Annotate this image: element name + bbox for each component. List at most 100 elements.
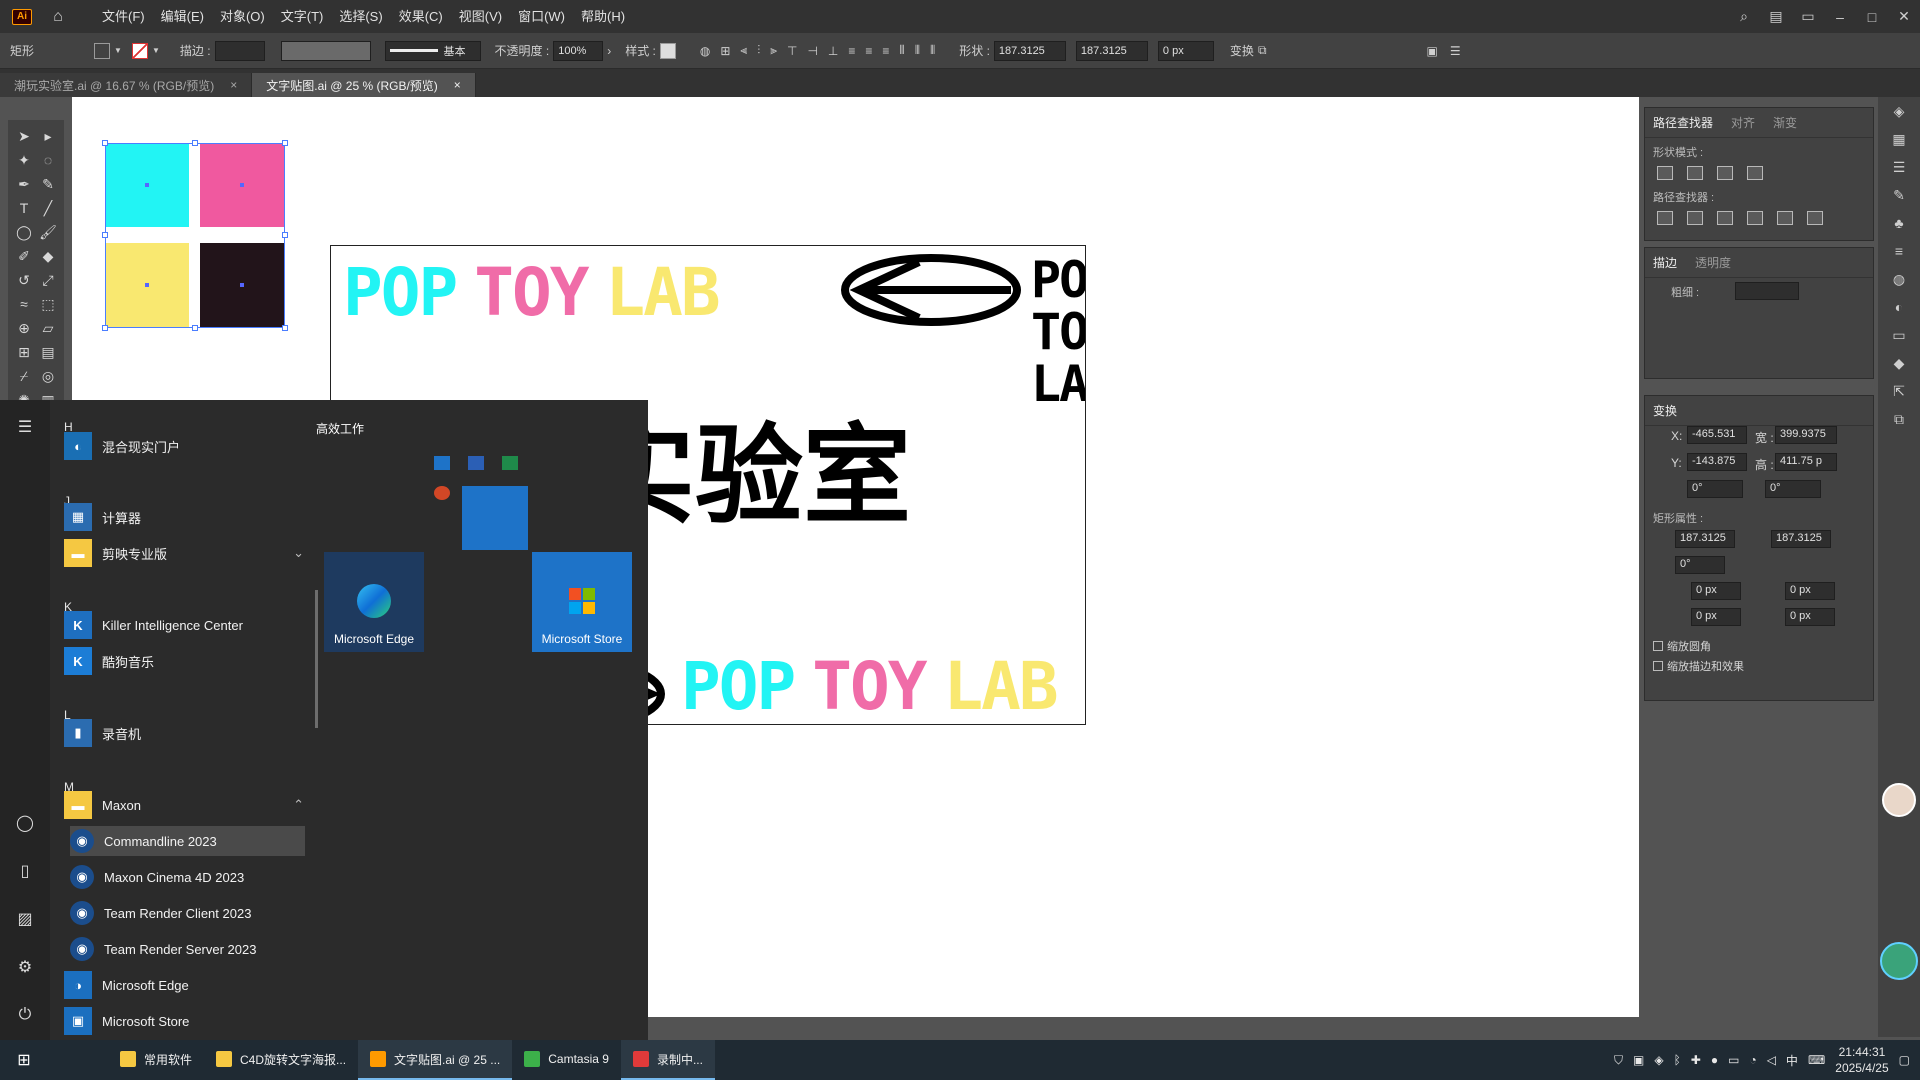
stroke-icon[interactable]: ≡ [1878, 237, 1920, 265]
office-tile-folder[interactable] [428, 452, 528, 550]
start-menu-app[interactable]: K Killer Intelligence Center [64, 610, 304, 640]
corner-radius-br-field[interactable]: 0 px [1785, 608, 1835, 626]
defender-icon[interactable]: ⛉ [1614, 1053, 1623, 1068]
corner-radius-input[interactable]: 0 px [1157, 40, 1214, 61]
close-tab-icon[interactable]: × [230, 78, 237, 92]
selection-handle[interactable] [282, 232, 288, 238]
crop-icon[interactable] [1747, 211, 1763, 225]
stroke-weight-input[interactable] [214, 40, 265, 61]
start-menu-app[interactable]: ▬ 剪映专业版 ⌄ [64, 538, 304, 568]
power-icon[interactable]: ⏻ [14, 1004, 36, 1026]
notifications-icon[interactable]: ▢ [1899, 1053, 1910, 1067]
start-menu-app[interactable]: K 酷狗音乐 [64, 646, 304, 676]
corner-radius-bl-field[interactable]: 0 px [1691, 608, 1741, 626]
align-center-icon[interactable]: ⫶ [757, 43, 760, 58]
align-middle-icon[interactable]: ⊣ [807, 44, 817, 58]
paintbrush-tool-icon[interactable]: 🖌 [36, 220, 60, 244]
taskbar-app[interactable]: C4D旋转文字海报... [204, 1040, 358, 1080]
expand-chevron-icon[interactable]: ⌃ [293, 797, 304, 813]
ellipse-tool-icon[interactable]: ◯ [12, 220, 36, 244]
wifi-icon[interactable]: ◔ [1749, 1053, 1756, 1067]
start-menu-app[interactable]: ◐ 混合现实门户 [64, 431, 304, 461]
tab-stroke[interactable]: 描边 [1653, 254, 1677, 271]
stroke-weight-field[interactable] [1735, 282, 1799, 300]
taskbar-app[interactable]: 常用软件 [108, 1040, 204, 1080]
close-icon[interactable]: ✕ [1888, 8, 1920, 25]
distribute-center-icon[interactable]: ⦀ [915, 43, 920, 58]
menu-item[interactable]: 文字(T) [273, 0, 332, 33]
perspective-grid-tool-icon[interactable]: ▱ [36, 316, 60, 340]
clock[interactable]: 21:44:31 2025/4/25 [1835, 1044, 1888, 1076]
menu-item[interactable]: 窗口(W) [510, 0, 573, 33]
line-tool-icon[interactable]: ╱ [36, 196, 60, 220]
start-menu-app[interactable]: ◑ Microsoft Edge [64, 970, 304, 1000]
menu-item[interactable]: 帮助(H) [573, 0, 633, 33]
height-field[interactable]: 411.75 p [1775, 453, 1837, 471]
blend-tool-icon[interactable]: ◎ [36, 364, 60, 388]
scale-strokes-option[interactable]: 缩放描边和效果 [1653, 658, 1744, 674]
export-icon[interactable]: ⇱ [1878, 377, 1920, 405]
selection-tool-icon[interactable]: ➤ [12, 124, 36, 148]
home-icon[interactable]: ⌂ [48, 7, 68, 27]
tab-transparency[interactable]: 透明度 [1695, 254, 1731, 271]
symbols-icon[interactable]: ♣ [1878, 209, 1920, 237]
user-icon[interactable]: ◯ [14, 812, 36, 834]
intersect-icon[interactable] [1717, 166, 1733, 180]
start-menu-app[interactable]: ▣ Microsoft Store [64, 1006, 304, 1036]
layers-stack-icon[interactable]: ◆ [1878, 349, 1920, 377]
windows-start-icon[interactable]: ⊞ [0, 1040, 48, 1080]
arrange-documents-icon[interactable]: ▤ [1760, 8, 1792, 25]
free-transform-tool-icon[interactable]: ⬚ [36, 292, 60, 316]
panel-menu-icon[interactable]: ☰ [1450, 44, 1461, 58]
shape-width-input[interactable]: 187.3125 [993, 40, 1066, 61]
libraries-icon[interactable]: ◈ [1878, 97, 1920, 125]
distribute-middle-icon[interactable]: ≡ [865, 44, 872, 58]
minus-back-icon[interactable] [1807, 211, 1823, 225]
start-menu-app[interactable]: ◉ Team Render Server 2023 [70, 934, 305, 964]
menu-item[interactable]: 效果(C) [391, 0, 451, 33]
selection-handle[interactable] [102, 140, 108, 146]
pictures-icon[interactable]: ▨ [14, 908, 36, 930]
start-menu-app[interactable]: ◉ Team Render Client 2023 [70, 898, 305, 928]
distribute-left-icon[interactable]: ⦀ [899, 43, 904, 58]
rect-width-field[interactable]: 187.3125 [1675, 530, 1735, 548]
exclude-icon[interactable] [1747, 166, 1763, 180]
align-right-icon[interactable]: ⫸ [770, 43, 777, 58]
align-to-icon[interactable]: ⊞ [720, 44, 730, 58]
taskbar-app[interactable]: Camtasia 9 [512, 1040, 621, 1080]
settings-icon[interactable]: ⚙ [14, 956, 36, 978]
close-tab-icon[interactable]: × [454, 78, 461, 92]
align-bottom-icon[interactable]: ⊥ [828, 44, 838, 58]
expand-chevron-icon[interactable]: ⌄ [293, 545, 304, 561]
app-tray-icon[interactable]: ▣ [1633, 1053, 1644, 1067]
scrollbar[interactable] [315, 590, 318, 728]
start-menu-app[interactable]: ◉ Maxon Cinema 4D 2023 [70, 862, 305, 892]
tile-microsoft-store[interactable]: Microsoft Store [532, 552, 632, 652]
y-field[interactable]: -143.875 [1687, 453, 1747, 471]
minus-front-icon[interactable] [1687, 166, 1703, 180]
swatch-group[interactable] [102, 140, 288, 331]
mesh-tool-icon[interactable]: ⊞ [12, 340, 36, 364]
outline-icon[interactable] [1777, 211, 1793, 225]
selection-handle[interactable] [192, 325, 198, 331]
security-icon[interactable]: ◈ [1654, 1053, 1663, 1067]
microphone-icon[interactable]: ● [1711, 1053, 1718, 1067]
stroke-style-dropdown[interactable]: 基本 [384, 40, 481, 61]
assistant-bubble-icon[interactable] [1880, 942, 1918, 980]
rect-angle-field[interactable]: 0° [1675, 556, 1725, 574]
eraser-tool-icon[interactable]: ◆ [36, 244, 60, 268]
isolate-icon[interactable]: ⧉ [1258, 43, 1267, 58]
menu-item[interactable]: 视图(V) [451, 0, 510, 33]
volume-icon[interactable]: ◁ [1767, 1053, 1776, 1067]
selection-handle[interactable] [282, 325, 288, 331]
menu-item[interactable]: 对象(O) [212, 0, 273, 33]
checkbox[interactable] [1653, 641, 1663, 651]
distribute-bottom-icon[interactable]: ≡ [882, 44, 889, 58]
divide-icon[interactable] [1657, 211, 1673, 225]
distribute-right-icon[interactable]: ⦀ [930, 43, 935, 58]
tab-document-2[interactable]: 文字贴图.ai @ 25 % (RGB/预览) × [252, 73, 476, 97]
chevron-down-icon[interactable]: ▼ [152, 46, 160, 55]
chevron-down-icon[interactable]: ▼ [114, 46, 122, 55]
tab-pathfinder[interactable]: 路径查找器 [1653, 114, 1713, 131]
rotate-tool-icon[interactable]: ↺ [12, 268, 36, 292]
